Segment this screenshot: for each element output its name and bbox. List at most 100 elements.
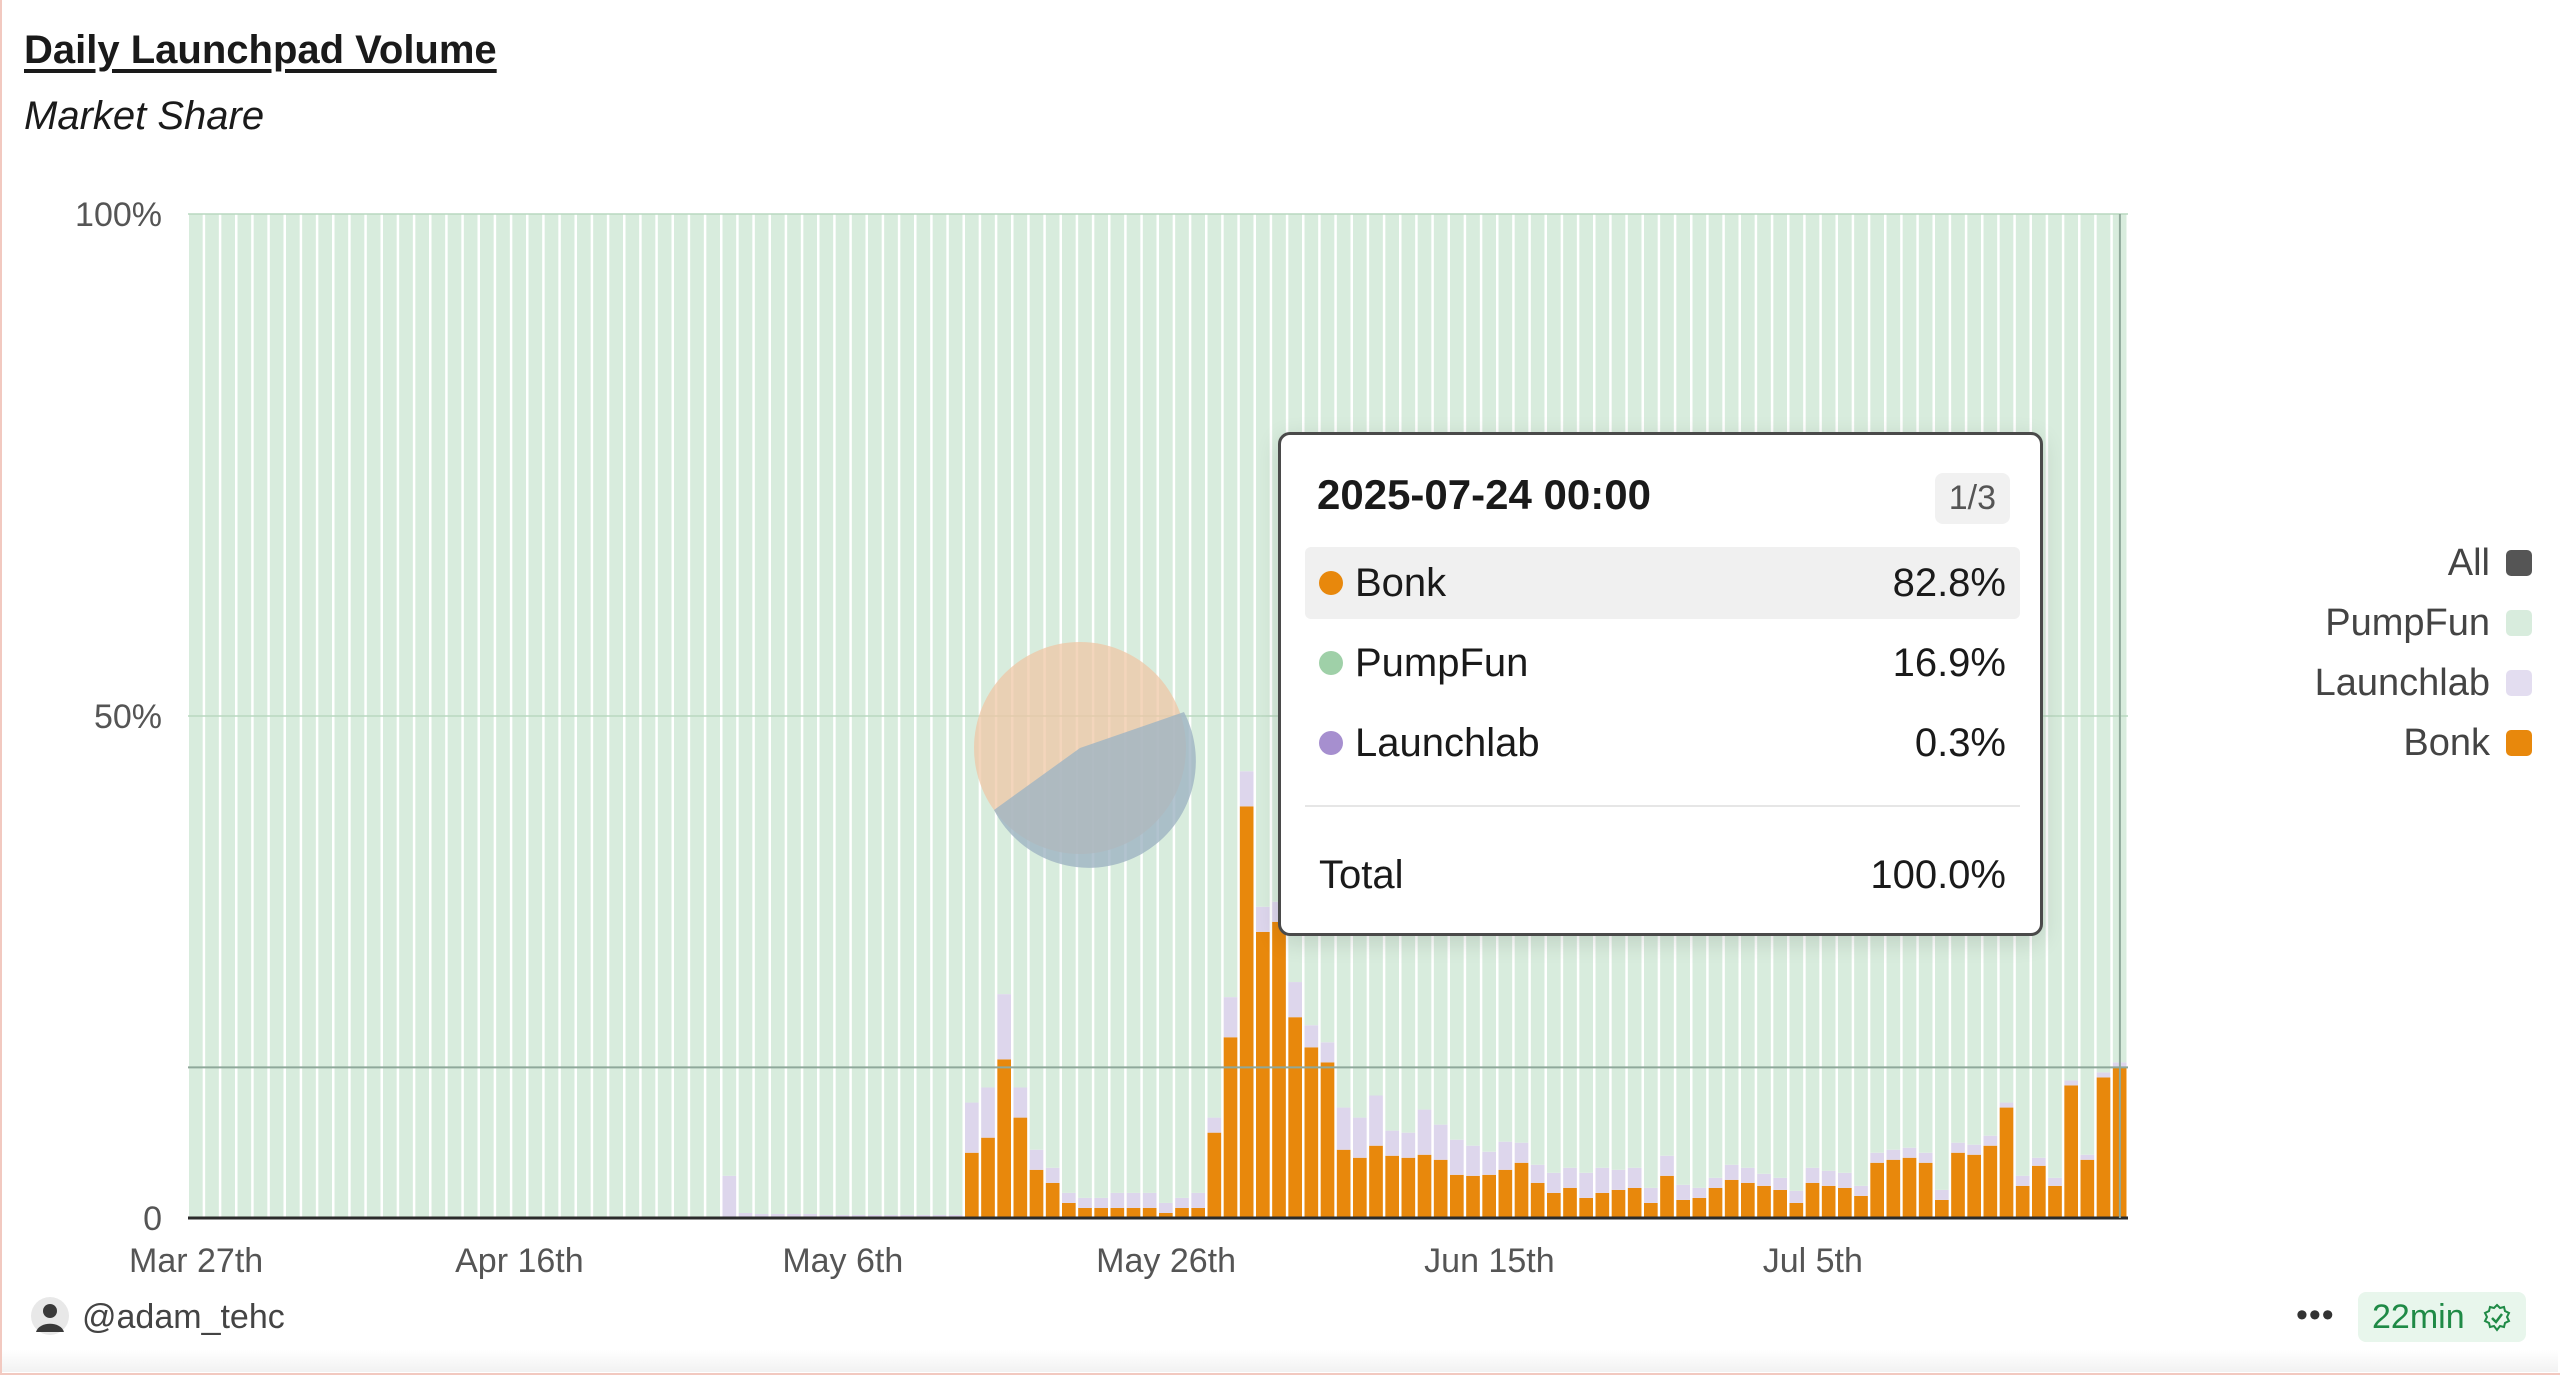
bar-segment-pumpfun[interactable] bbox=[1013, 214, 1028, 1088]
bar-segment-launchlab[interactable] bbox=[1530, 1164, 1545, 1183]
bar-segment-launchlab[interactable] bbox=[1159, 1202, 1173, 1213]
bar-segment-bonk[interactable] bbox=[1918, 1162, 1933, 1218]
bar-segment-bonk[interactable] bbox=[1175, 1207, 1189, 1218]
bar-segment-launchlab[interactable] bbox=[1466, 1145, 1480, 1176]
bar-segment-bonk[interactable] bbox=[1013, 1117, 1028, 1218]
bar-segment-pumpfun[interactable] bbox=[803, 214, 817, 1214]
bar-segment-launchlab[interactable] bbox=[1563, 1167, 1577, 1188]
bar-segment-launchlab[interactable] bbox=[1320, 1042, 1335, 1063]
bar-segment-bonk[interactable] bbox=[2096, 1077, 2111, 1218]
bar-segment-bonk[interactable] bbox=[1482, 1174, 1496, 1218]
bar-segment-launchlab[interactable] bbox=[1223, 997, 1238, 1038]
bar-segment-launchlab[interactable] bbox=[2032, 1157, 2046, 1166]
bar-segment-bonk[interactable] bbox=[2048, 1185, 2062, 1218]
refresh-age-badge[interactable]: 22min bbox=[2358, 1292, 2527, 1342]
bar-segment-bonk[interactable] bbox=[1789, 1202, 1804, 1218]
bar-segment-bonk[interactable] bbox=[1401, 1157, 1416, 1218]
bar-segment-bonk[interactable] bbox=[1239, 806, 1254, 1218]
bar-segment-pumpfun[interactable] bbox=[884, 214, 898, 1215]
bar-segment-launchlab[interactable] bbox=[722, 1175, 737, 1218]
bar-segment-bonk[interactable] bbox=[1288, 1017, 1302, 1218]
bar-segment-launchlab[interactable] bbox=[1724, 1164, 1739, 1180]
bar-segment-bonk[interactable] bbox=[1369, 1145, 1383, 1218]
bar-segment-bonk[interactable] bbox=[1935, 1199, 1949, 1218]
bar-segment-bonk[interactable] bbox=[981, 1137, 995, 1218]
bar-segment-launchlab[interactable] bbox=[1239, 771, 1254, 807]
bar-segment-launchlab[interactable] bbox=[1353, 1117, 1367, 1158]
bar-segment-bonk[interactable] bbox=[1191, 1207, 1205, 1218]
bar-segment-launchlab[interactable] bbox=[1644, 1187, 1658, 1203]
bar-segment-launchlab[interactable] bbox=[1013, 1087, 1028, 1118]
bar-segment-launchlab[interactable] bbox=[1110, 1192, 1125, 1208]
bar-segment-bonk[interactable] bbox=[1870, 1162, 1884, 1218]
bar-segment-bonk[interactable] bbox=[1724, 1179, 1739, 1218]
bar-segment-bonk[interactable] bbox=[1999, 1107, 2014, 1218]
bar-segment-pumpfun[interactable] bbox=[981, 214, 995, 1088]
bar-segment-launchlab[interactable] bbox=[981, 1087, 995, 1138]
bar-segment-bonk[interactable] bbox=[1450, 1174, 1464, 1218]
bar-segment-bonk[interactable] bbox=[1304, 1047, 1319, 1218]
bar-segment-bonk[interactable] bbox=[1773, 1189, 1787, 1218]
bar-segment-bonk[interactable] bbox=[2064, 1085, 2078, 1218]
tooltip-pager[interactable]: 1/3 bbox=[1934, 473, 2010, 524]
bar-segment-bonk[interactable] bbox=[1110, 1207, 1125, 1218]
bar-segment-launchlab[interactable] bbox=[965, 1102, 979, 1153]
bar-segment-launchlab[interactable] bbox=[1175, 1197, 1189, 1208]
bar-segment-pumpfun[interactable] bbox=[2080, 214, 2095, 1155]
bar-segment-launchlab[interactable] bbox=[1498, 1141, 1513, 1170]
bar-segment-launchlab[interactable] bbox=[1821, 1170, 1836, 1186]
bar-segment-bonk[interactable] bbox=[1353, 1157, 1367, 1218]
bar-segment-pumpfun[interactable] bbox=[754, 214, 769, 1214]
bar-segment-launchlab[interactable] bbox=[1514, 1142, 1529, 1163]
bar-segment-launchlab[interactable] bbox=[1789, 1190, 1804, 1203]
bar-segment-launchlab[interactable] bbox=[1142, 1192, 1157, 1208]
bar-segment-bonk[interactable] bbox=[1498, 1169, 1513, 1218]
bar-segment-launchlab[interactable] bbox=[1579, 1172, 1593, 1198]
bar-segment-launchlab[interactable] bbox=[1741, 1167, 1755, 1183]
bar-segment-launchlab[interactable] bbox=[1611, 1169, 1626, 1190]
bar-segment-bonk[interactable] bbox=[1433, 1159, 1448, 1218]
bar-segment-bonk[interactable] bbox=[2015, 1185, 2030, 1218]
bar-segment-bonk[interactable] bbox=[1838, 1187, 1852, 1218]
bar-segment-bonk[interactable] bbox=[1757, 1185, 1771, 1218]
bar-segment-bonk[interactable] bbox=[1466, 1175, 1480, 1218]
bar-segment-launchlab[interactable] bbox=[1191, 1192, 1205, 1208]
bar-segment-launchlab[interactable] bbox=[1207, 1117, 1222, 1133]
bar-segment-launchlab[interactable] bbox=[2064, 1080, 2078, 1086]
bar-segment-launchlab[interactable] bbox=[1288, 982, 1302, 1018]
bar-segment-bonk[interactable] bbox=[1951, 1152, 1965, 1218]
bar-segment-launchlab[interactable] bbox=[1886, 1149, 1901, 1160]
bar-segment-launchlab[interactable] bbox=[1692, 1187, 1707, 1198]
bar-segment-launchlab[interactable] bbox=[1676, 1184, 1690, 1200]
bar-segment-bonk[interactable] bbox=[1336, 1149, 1351, 1218]
bar-segment-launchlab[interactable] bbox=[1805, 1167, 1820, 1183]
bar-segment-bonk[interactable] bbox=[1902, 1157, 1917, 1218]
bar-segment-launchlab[interactable] bbox=[1757, 1173, 1771, 1186]
bar-segment-bonk[interactable] bbox=[1854, 1195, 1868, 1218]
bar-segment-pumpfun[interactable] bbox=[2064, 214, 2078, 1081]
bar-segment-launchlab[interactable] bbox=[1433, 1124, 1448, 1160]
bar-segment-pumpfun[interactable] bbox=[916, 214, 931, 1215]
bar-segment-bonk[interactable] bbox=[1514, 1162, 1529, 1218]
bar-segment-pumpfun[interactable] bbox=[738, 214, 753, 1213]
bar-segment-launchlab[interactable] bbox=[1870, 1152, 1884, 1163]
bar-segment-launchlab[interactable] bbox=[1304, 1025, 1319, 1048]
bar-segment-bonk[interactable] bbox=[1045, 1182, 1060, 1218]
bar-segment-bonk[interactable] bbox=[1207, 1132, 1222, 1218]
bar-segment-pumpfun[interactable] bbox=[787, 214, 801, 1214]
bar-segment-launchlab[interactable] bbox=[1708, 1177, 1723, 1188]
bar-segment-launchlab[interactable] bbox=[1773, 1177, 1787, 1190]
bar-segment-bonk[interactable] bbox=[1029, 1169, 1044, 1218]
bar-segment-pumpfun[interactable] bbox=[1207, 214, 1222, 1118]
bar-segment-bonk[interactable] bbox=[1676, 1199, 1690, 1218]
bar-segment-pumpfun[interactable] bbox=[900, 214, 914, 1215]
bar-segment-launchlab[interactable] bbox=[1482, 1151, 1496, 1175]
bar-segment-bonk[interactable] bbox=[1547, 1192, 1561, 1218]
bar-segment-launchlab[interactable] bbox=[1627, 1167, 1642, 1188]
bar-segment-bonk[interactable] bbox=[1708, 1187, 1723, 1218]
bar-segment-bonk[interactable] bbox=[1223, 1037, 1238, 1218]
bar-segment-bonk[interactable] bbox=[2032, 1165, 2046, 1218]
bar-segment-bonk[interactable] bbox=[1967, 1154, 1981, 1218]
bar-segment-launchlab[interactable] bbox=[1902, 1147, 1917, 1158]
bar-segment-bonk[interactable] bbox=[1660, 1175, 1674, 1218]
